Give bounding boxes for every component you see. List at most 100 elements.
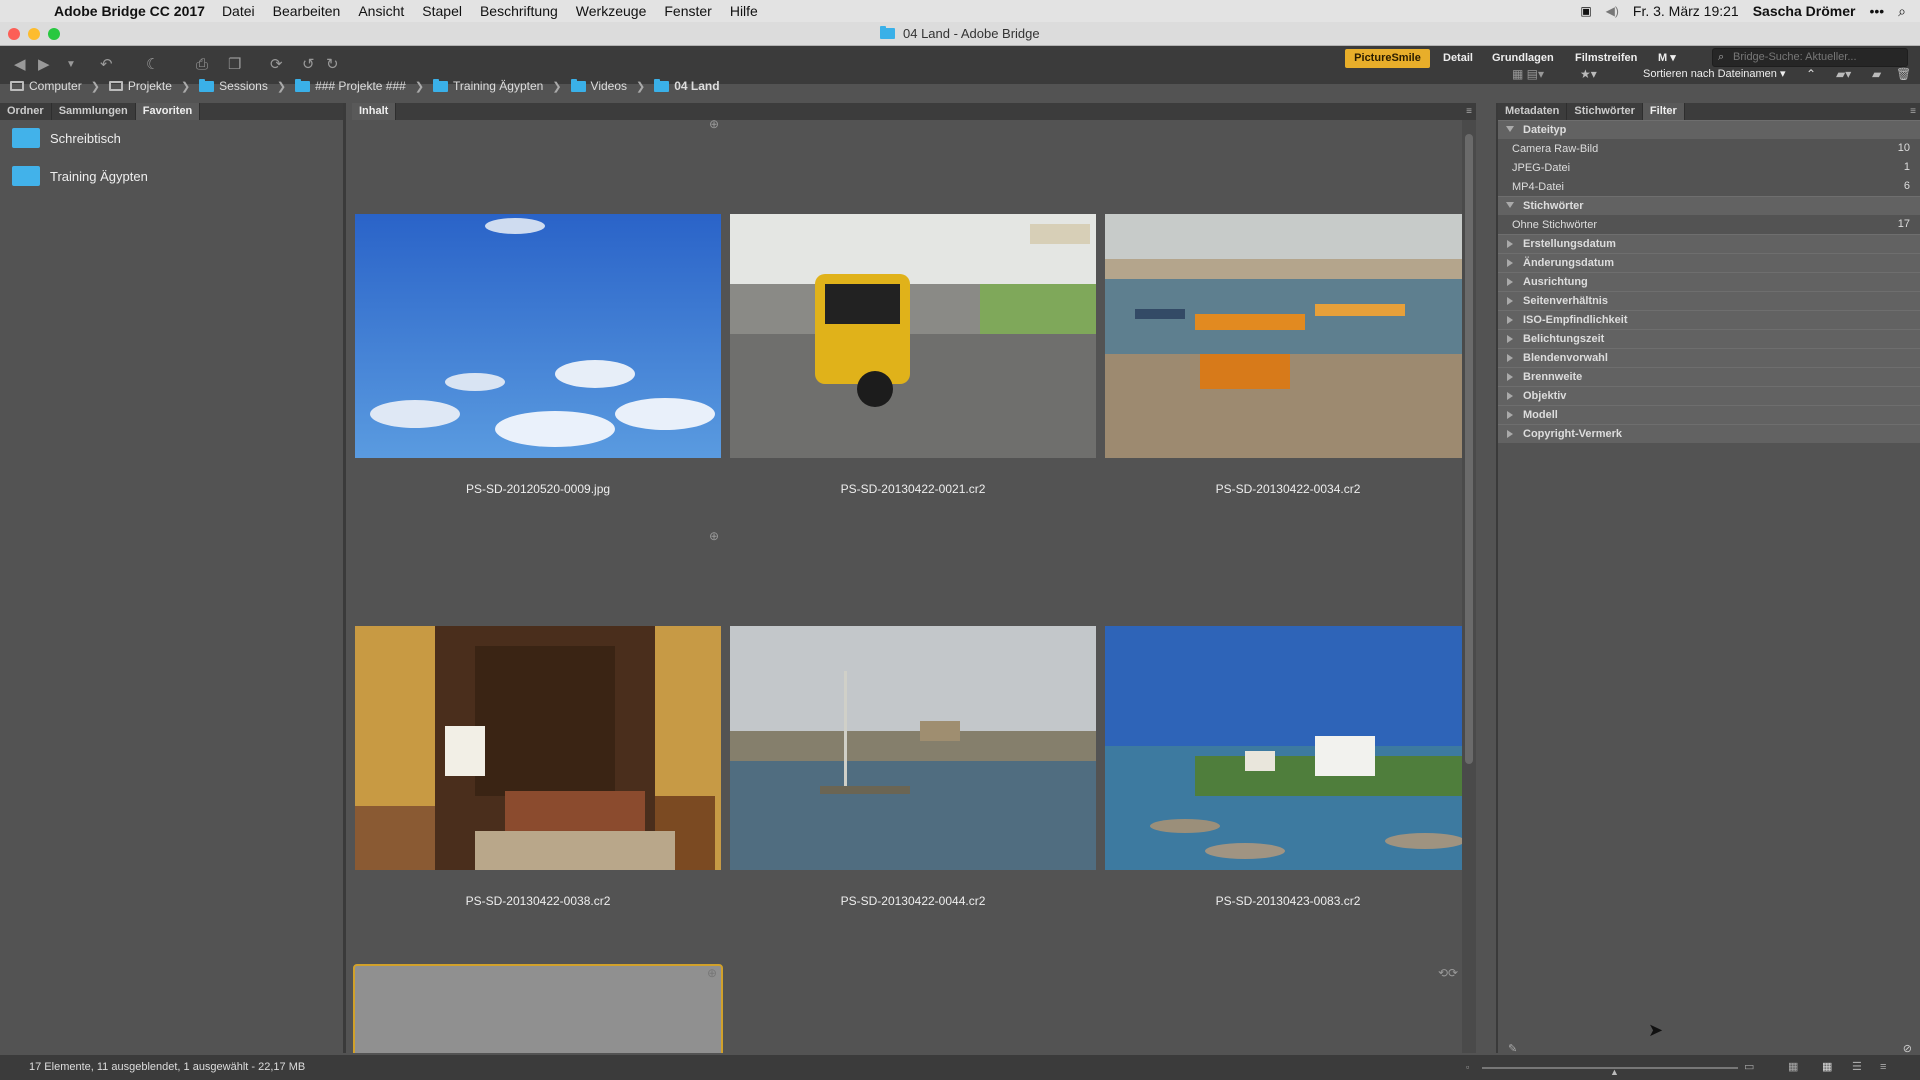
recent-dropdown-icon[interactable]: ▼ [66, 56, 76, 74]
menu-werkzeuge[interactable]: Werkzeuge [576, 3, 647, 19]
crumb-videos[interactable]: Videos [570, 78, 627, 93]
thumbnail-image[interactable] [730, 214, 1096, 458]
rotate-right-icon[interactable]: ↻ [326, 56, 339, 74]
minimize-window-button[interactable] [28, 28, 40, 40]
filter-item[interactable]: Camera Raw-Bild 10 [1498, 139, 1920, 158]
thumbnail-image[interactable] [355, 626, 721, 870]
zoom-window-button[interactable] [48, 28, 60, 40]
zoom-out-icon[interactable]: ▫ [1466, 1055, 1469, 1080]
content-scrollbar[interactable] [1462, 120, 1476, 1053]
menu-fenster[interactable]: Fenster [664, 3, 711, 19]
clock[interactable]: Fr. 3. März 19:21 [1633, 3, 1739, 19]
file-name[interactable]: PS-SD-20130422-0021.cr2 [730, 482, 1096, 496]
filter-group-copyright[interactable]: Copyright-Vermerk [1498, 424, 1920, 443]
filter-item[interactable]: MP4-Datei 6 [1498, 177, 1920, 196]
filter-group-dateityp[interactable]: Dateityp [1498, 120, 1920, 139]
tab-ordner[interactable]: Ordner [0, 103, 52, 120]
camera-icon[interactable]: ▣ [1580, 4, 1591, 18]
thumbnail-cell[interactable]: PS-SD-20120520-0009.jpg [355, 120, 721, 502]
thumbnail-cell[interactable]: PS-SD-20130423-0083.cr2 [1105, 502, 1471, 914]
filter-group-erstellungsdatum[interactable]: Erstellungsdatum [1498, 234, 1920, 253]
menu-ansicht[interactable]: Ansicht [358, 3, 404, 19]
filter-group-blendenvorwahl[interactable]: Blendenvorwahl [1498, 348, 1920, 367]
rotate-left-icon[interactable]: ↺ [302, 56, 315, 74]
view-details-icon[interactable]: ☰ [1852, 1055, 1862, 1080]
zoom-in-icon[interactable]: ▭ [1744, 1055, 1754, 1080]
workspace-picturesmile[interactable]: PictureSmile [1345, 49, 1430, 68]
grid-lock-icon[interactable]: ▦ [1788, 1055, 1798, 1080]
selected-thumbnail-cell[interactable]: ⊕ [353, 964, 723, 1053]
filter-group-ausrichtung[interactable]: Ausrichtung [1498, 272, 1920, 291]
crumb-sessions[interactable]: Sessions [199, 78, 268, 93]
slider-handle[interactable]: ▲ [1610, 1060, 1619, 1080]
favorite-training-aegypten[interactable]: Training Ägypten [0, 161, 343, 191]
menu-beschriftung[interactable]: Beschriftung [480, 3, 558, 19]
thumbnail-cell[interactable]: PS-SD-20130422-0044.cr2 [730, 502, 1096, 914]
thumbnail-image[interactable] [730, 626, 1096, 870]
filter-item-count: 6 [1903, 180, 1910, 192]
crumb-projekte-folder[interactable]: ### Projekte ### [295, 78, 406, 93]
user-menu[interactable]: Sascha Drömer [1753, 3, 1856, 19]
crumb-04-land[interactable]: 04 Land [654, 78, 720, 93]
open-in-camera-raw-icon[interactable]: ⟳ [270, 56, 283, 74]
favorite-schreibtisch[interactable]: Schreibtisch [0, 123, 343, 153]
file-name[interactable]: PS-SD-20130422-0044.cr2 [730, 894, 1096, 908]
moon-icon[interactable]: ☾ [146, 56, 159, 74]
volume-icon[interactable]: ◀) [1606, 4, 1619, 18]
spotlight-icon[interactable]: ⌕ [1898, 3, 1906, 20]
more-icon[interactable]: ••• [1869, 3, 1884, 19]
refine-icon[interactable]: ❐ [228, 56, 241, 74]
thumbnail-cell[interactable]: PS-SD-20130422-0034.cr2 [1105, 120, 1471, 502]
forward-arrow-icon[interactable]: ▶ [38, 56, 50, 74]
camera-download-icon[interactable]: ⎙ [196, 56, 208, 74]
thumbnail-image[interactable] [355, 214, 721, 458]
menu-datei[interactable]: Datei [222, 3, 255, 19]
clear-filter-icon[interactable]: ⊘ [1903, 1042, 1912, 1055]
rotate-icon[interactable]: ⟲⟳ [1438, 966, 1458, 980]
filter-item[interactable]: JPEG-Datei 1 [1498, 158, 1920, 177]
filter-group-belichtungszeit[interactable]: Belichtungszeit [1498, 329, 1920, 348]
crumb-training[interactable]: Training Ägypten [433, 78, 543, 93]
app-menu[interactable]: Adobe Bridge CC 2017 [54, 3, 205, 19]
panel-menu-icon[interactable]: ≡ [1466, 103, 1472, 120]
workspace-detail[interactable]: Detail [1443, 49, 1473, 68]
filter-group-seitenverhaeltnis[interactable]: Seitenverhältnis [1498, 291, 1920, 310]
menu-hilfe[interactable]: Hilfe [730, 3, 758, 19]
thumbnail-cell[interactable]: PS-SD-20130422-0038.cr2 [355, 502, 721, 914]
tab-metadaten[interactable]: Metadaten [1498, 103, 1568, 120]
file-name[interactable]: PS-SD-20130422-0038.cr2 [355, 894, 721, 908]
tab-stichwoerter[interactable]: Stichwörter [1567, 103, 1643, 120]
boomerang-icon[interactable]: ↶ [100, 56, 113, 74]
thumbnail-image[interactable] [1105, 214, 1471, 458]
view-list-icon[interactable]: ≡ [1880, 1055, 1886, 1080]
thumbnail-image[interactable] [1105, 626, 1471, 870]
scrollbar-thumb[interactable] [1465, 134, 1473, 764]
pin-icon[interactable]: ✎ [1508, 1042, 1517, 1055]
filter-group-objektiv[interactable]: Objektiv [1498, 386, 1920, 405]
close-window-button[interactable] [8, 28, 20, 40]
filter-group-aenderungsdatum[interactable]: Änderungsdatum [1498, 253, 1920, 272]
filter-group-stichwoerter[interactable]: Stichwörter [1498, 196, 1920, 215]
file-name[interactable]: PS-SD-20130423-0083.cr2 [1105, 894, 1471, 908]
thumbnail-cell[interactable]: PS-SD-20130422-0021.cr2 [730, 120, 1096, 502]
file-name[interactable]: PS-SD-20120520-0009.jpg [355, 482, 721, 496]
stack-icon[interactable]: ⊕ [707, 966, 717, 980]
back-arrow-icon[interactable]: ◀ [14, 56, 26, 74]
tab-favoriten[interactable]: Favoriten [135, 103, 201, 120]
file-name[interactable]: PS-SD-20130422-0034.cr2 [1105, 482, 1471, 496]
collapsed-triangle-icon [1507, 430, 1513, 438]
tab-inhalt[interactable]: Inhalt [352, 103, 397, 120]
view-thumbnails-icon[interactable]: ▦ [1822, 1055, 1832, 1080]
panel-menu-icon[interactable]: ≡ [1910, 103, 1916, 120]
folder-icon [199, 78, 215, 92]
filter-group-modell[interactable]: Modell [1498, 405, 1920, 424]
tab-sammlungen[interactable]: Sammlungen [52, 103, 136, 120]
filter-item[interactable]: Ohne Stichwörter 17 [1498, 215, 1920, 234]
filter-group-brennweite[interactable]: Brennweite [1498, 367, 1920, 386]
tab-filter[interactable]: Filter [1642, 103, 1685, 120]
crumb-projekte[interactable]: Projekte [108, 79, 172, 93]
filter-group-iso[interactable]: ISO-Empfindlichkeit [1498, 310, 1920, 329]
menu-stapel[interactable]: Stapel [422, 3, 462, 19]
crumb-computer[interactable]: Computer [10, 79, 82, 93]
menu-bearbeiten[interactable]: Bearbeiten [273, 3, 341, 19]
